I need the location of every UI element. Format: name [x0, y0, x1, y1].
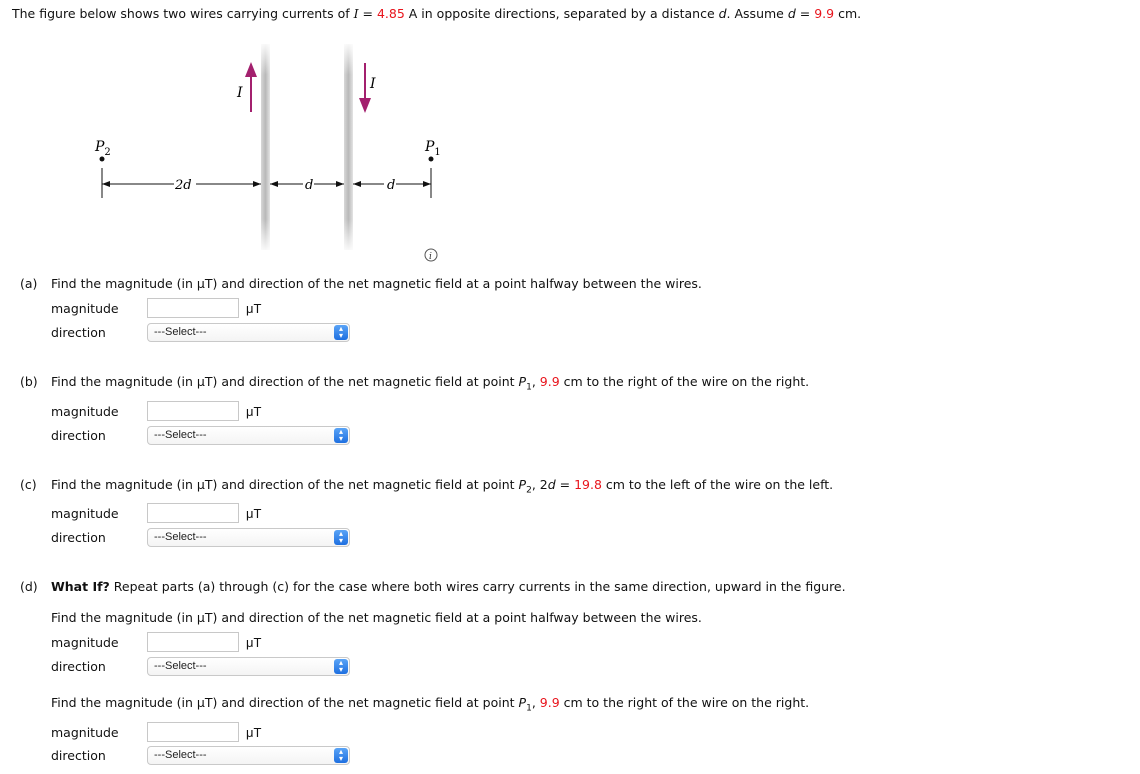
part-a-question: (a) Find the magnitude (in μT) and direc… — [20, 276, 702, 291]
part-b-question: (b) Find the magnitude (in μT) and direc… — [20, 374, 810, 393]
distance-value: 9.9 — [814, 6, 835, 21]
wire-figure: I I P2 P1 2d d d i — [94, 44, 441, 262]
part-a-direction-select[interactable]: ---Select--- ▴ ▾ — [147, 323, 350, 342]
dim-d-label-2: d — [387, 178, 395, 193]
dim-d-label-1: d — [305, 178, 313, 193]
part-c-question: (c) Find the magnitude (in μT) and direc… — [20, 477, 834, 496]
part-d1-unit: μT — [246, 635, 262, 650]
left-current-label: I — [236, 85, 243, 101]
select-chevron-icon: ▴ ▾ — [334, 748, 348, 763]
svg-text:i: i — [429, 252, 432, 262]
part-b-unit: μT — [246, 404, 262, 419]
part-b-magnitude-label: magnitude — [51, 404, 119, 419]
p2-label: P2 — [94, 139, 111, 158]
right-current-label: I — [369, 76, 376, 92]
part-c-magnitude-label: magnitude — [51, 506, 119, 521]
part-c-direction-select[interactable]: ---Select--- ▴ ▾ — [147, 528, 350, 547]
part-d1-direction-select[interactable]: ---Select--- ▴ ▾ — [147, 657, 350, 676]
select-chevron-icon: ▴ ▾ — [334, 428, 348, 443]
current-value: 4.85 — [376, 6, 405, 21]
part-d1-direction-label: direction — [51, 659, 106, 674]
p1-point — [428, 156, 434, 162]
part-d2-direction-label: direction — [51, 748, 106, 763]
part-d2-question: Find the magnitude (in μT) and direction… — [51, 695, 810, 714]
dim-2d-label: 2d — [174, 178, 192, 193]
select-chevron-icon: ▴ ▾ — [334, 530, 348, 545]
select-chevron-icon: ▴ ▾ — [334, 325, 348, 340]
problem-intro: The figure below shows two wires carryin… — [12, 6, 862, 21]
part-a-direction-label: direction — [51, 325, 106, 340]
part-c-magnitude-input[interactable] — [147, 503, 239, 523]
select-chevron-icon: ▴ ▾ — [334, 659, 348, 674]
part-d2-magnitude-label: magnitude — [51, 725, 119, 740]
part-d1-question: Find the magnitude (in μT) and direction… — [51, 610, 702, 625]
part-d2-unit: μT — [246, 725, 262, 740]
part-d2-direction-select[interactable]: ---Select--- ▴ ▾ — [147, 746, 350, 765]
current-up-arrow — [245, 62, 257, 112]
info-icon[interactable]: i — [424, 248, 438, 262]
part-d1-magnitude-label: magnitude — [51, 635, 119, 650]
part-b-direction-select[interactable]: ---Select--- ▴ ▾ — [147, 426, 350, 445]
part-d-question: (d) What If? Repeat parts (a) through (c… — [20, 579, 846, 594]
p2-point — [99, 156, 105, 162]
part-c-unit: μT — [246, 506, 262, 521]
part-a-magnitude-label: magnitude — [51, 301, 119, 316]
part-b-magnitude-input[interactable] — [147, 401, 239, 421]
part-d2-magnitude-input[interactable] — [147, 722, 239, 742]
part-d1-magnitude-input[interactable] — [147, 632, 239, 652]
p1-label: P1 — [424, 139, 441, 158]
part-a-unit: μT — [246, 301, 262, 316]
part-b-direction-label: direction — [51, 428, 106, 443]
part-a-magnitude-input[interactable] — [147, 298, 239, 318]
part-c-direction-label: direction — [51, 530, 106, 545]
